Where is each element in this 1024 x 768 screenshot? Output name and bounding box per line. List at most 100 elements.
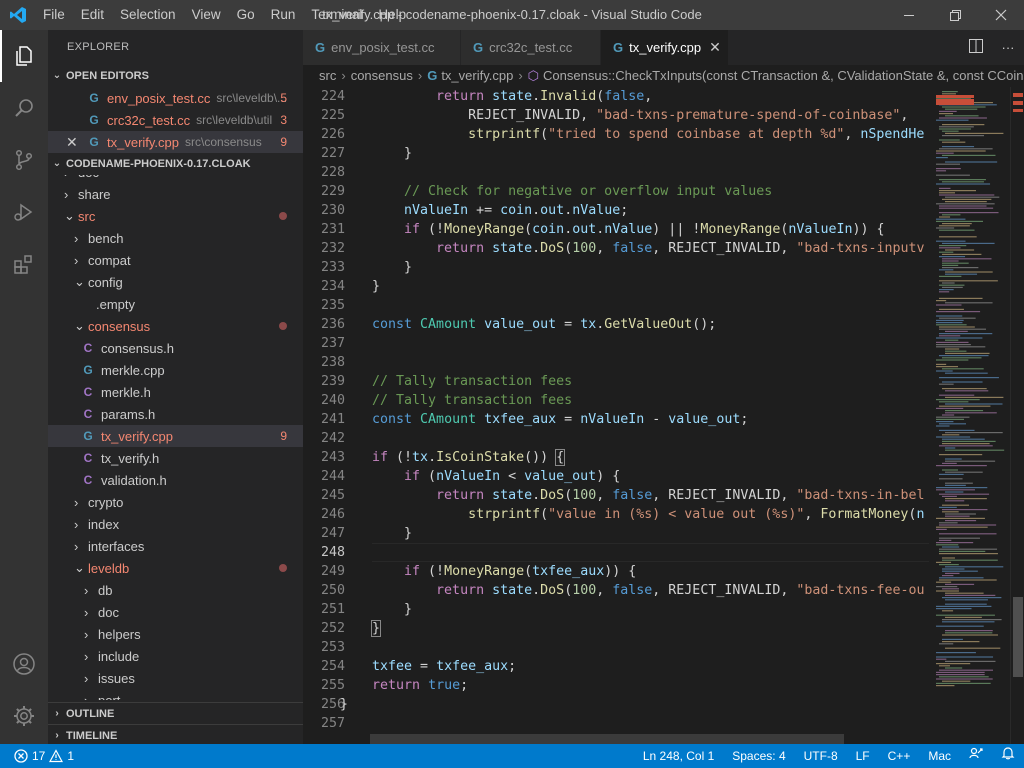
chevron-right-icon: ›	[74, 538, 79, 554]
timeline-header[interactable]: › TIMELINE	[48, 724, 303, 744]
extensions-icon[interactable]	[0, 238, 48, 290]
notifications-bell-icon[interactable]	[992, 744, 1024, 768]
tree-folder-compat[interactable]: › compat	[48, 249, 303, 271]
chevron-right-icon: ›	[84, 626, 89, 642]
menu-run[interactable]: Run	[263, 0, 304, 30]
breadcrumb-item[interactable]: Consensus::CheckTxInputs(const CTransact…	[543, 68, 1024, 83]
close-icon[interactable]: ✕	[66, 134, 86, 151]
restore-button[interactable]	[932, 0, 978, 30]
menu-selection[interactable]: Selection	[112, 0, 184, 30]
code-text: REJECT_INVALID, "bad-txns-premature-spen…	[372, 108, 909, 123]
minimap-line	[942, 414, 955, 416]
tree-folder-port[interactable]: › port	[48, 689, 303, 701]
tree-file-merkle-h[interactable]: Cmerkle.h	[48, 381, 303, 403]
minimap-line	[936, 590, 959, 592]
tree-folder-consensus[interactable]: ⌄ consensus	[48, 315, 303, 337]
tree-folder-doc[interactable]: ›doc	[48, 175, 303, 183]
search-icon[interactable]	[0, 82, 48, 134]
file-encoding[interactable]: UTF-8	[795, 744, 847, 768]
open-editor-item[interactable]: G crc32c_test.cc src\leveldb\util 3	[48, 109, 303, 131]
close-icon[interactable]: ✕	[709, 39, 721, 56]
minimap[interactable]	[930, 87, 1010, 744]
minimize-button[interactable]	[886, 0, 932, 30]
minimap-line	[939, 192, 956, 194]
vertical-scrollbar[interactable]	[1010, 87, 1024, 744]
language-mode[interactable]: C++	[879, 744, 920, 768]
minimap-line	[945, 515, 970, 517]
minimap-line	[945, 482, 973, 484]
tree-file-params-h[interactable]: Cparams.h	[48, 403, 303, 425]
tree-file-tx-verify-h[interactable]: Ctx_verify.h	[48, 447, 303, 469]
minimap-line	[942, 154, 996, 156]
close-window-button[interactable]	[978, 0, 1024, 30]
settings-gear-icon[interactable]	[0, 690, 48, 742]
breadcrumb-item[interactable]: src	[319, 68, 336, 83]
tree-folder-bench[interactable]: › bench	[48, 227, 303, 249]
tree-folder-interfaces[interactable]: › interfaces	[48, 535, 303, 557]
minimap-line	[945, 201, 987, 203]
line-number: 254	[320, 659, 345, 674]
split-editor-icon[interactable]	[960, 39, 992, 56]
workspace-header[interactable]: ⌄ CODENAME-PHOENIX-0.17.CLOAK	[48, 153, 303, 175]
menu-view[interactable]: View	[184, 0, 229, 30]
tree-folder-issues[interactable]: › issues	[48, 667, 303, 689]
account-icon[interactable]	[0, 638, 48, 690]
indentation[interactable]: Spaces: 4	[723, 744, 794, 768]
menu-file[interactable]: File	[35, 0, 73, 30]
minimap-line	[936, 300, 947, 302]
tab-tx-verify[interactable]: G tx_verify.cpp ✕	[601, 30, 729, 65]
tree-folder-helpers[interactable]: › helpers	[48, 623, 303, 645]
open-editor-item-active[interactable]: ✕ G tx_verify.cpp src\consensus 9	[48, 131, 303, 153]
feedback-icon[interactable]	[960, 744, 992, 768]
tree-file-tx-verify-cpp[interactable]: Gtx_verify.cpp 9	[48, 425, 303, 447]
menu-edit[interactable]: Edit	[73, 0, 112, 30]
menu-help[interactable]: Help	[370, 0, 414, 30]
explorer-icon[interactable]	[0, 30, 48, 82]
tab-env-posix-test[interactable]: G env_posix_test.cc	[303, 30, 461, 65]
menu-go[interactable]: Go	[229, 0, 263, 30]
open-editor-path: src\consensus	[185, 135, 262, 149]
tree-folder-index[interactable]: › index	[48, 513, 303, 535]
horizontal-scrollbar[interactable]	[370, 734, 844, 744]
tree-file-empty[interactable]: .empty	[48, 293, 303, 315]
tree-file-consensus-h[interactable]: Cconsensus.h	[48, 337, 303, 359]
minimap-line	[945, 115, 979, 117]
minimap-preview	[936, 91, 1005, 687]
tab-crc32c-test[interactable]: G crc32c_test.cc	[461, 30, 601, 65]
minimap-line	[939, 284, 965, 286]
breadcrumb-item[interactable]: tx_verify.cpp	[441, 68, 513, 83]
tree-folder-db[interactable]: › db	[48, 579, 303, 601]
code-text: }	[372, 146, 413, 161]
run-debug-icon[interactable]	[0, 186, 48, 238]
minimap-line	[942, 438, 985, 440]
minimap-line	[936, 418, 965, 420]
minimap-line	[942, 638, 963, 640]
outline-header[interactable]: › OUTLINE	[48, 702, 303, 724]
tree-folder-crypto[interactable]: › crypto	[48, 491, 303, 513]
minimap-line	[939, 383, 954, 385]
tree-folder-src[interactable]: ⌄ src	[48, 205, 303, 227]
tree-file-validation-h[interactable]: Cvalidation.h	[48, 469, 303, 491]
code-editor[interactable]: 224 return state.Invalid(false, 225 REJE…	[303, 87, 929, 727]
open-editor-item[interactable]: G env_posix_test.cc src\leveldb\... 5	[48, 87, 303, 109]
line-ending[interactable]: LF	[847, 744, 879, 768]
source-control-icon[interactable]	[0, 134, 48, 186]
tree-folder-leveldb[interactable]: ⌄ leveldb	[48, 557, 303, 579]
problems-indicator[interactable]: 17 1	[0, 749, 74, 763]
tree-folder-include[interactable]: › include	[48, 645, 303, 667]
tree-folder-leveldb-doc[interactable]: › doc	[48, 601, 303, 623]
menu-terminal[interactable]: Terminal	[303, 0, 370, 30]
code-line: 255 return true;	[303, 676, 929, 695]
minimap-line	[945, 273, 978, 275]
breadcrumb-item[interactable]: consensus	[351, 68, 413, 83]
tree-file-merkle-cpp[interactable]: Gmerkle.cpp	[48, 359, 303, 381]
scrollbar-thumb[interactable]	[1013, 597, 1023, 677]
folder-label: crypto	[88, 494, 124, 510]
open-editors-header[interactable]: ⌄ OPEN EDITORS	[48, 65, 303, 87]
cursor-position[interactable]: Ln 248, Col 1	[634, 744, 723, 768]
tree-folder-config[interactable]: ⌄ config	[48, 271, 303, 293]
platform[interactable]: Mac	[919, 744, 960, 768]
tree-folder-share[interactable]: › share	[48, 183, 303, 205]
minimap-line	[942, 91, 958, 93]
more-actions-icon[interactable]: ···	[992, 40, 1024, 55]
